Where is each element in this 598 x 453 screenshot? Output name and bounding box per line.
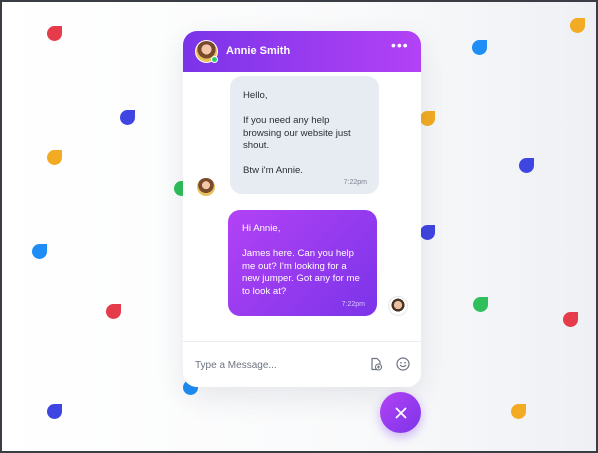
message-composer (183, 341, 421, 387)
contact-name: Annie Smith (226, 45, 291, 57)
more-dots-icon[interactable]: ••• (391, 38, 409, 52)
outgoing-line: Hi Annie, (242, 223, 281, 234)
confetti-blue (32, 244, 47, 259)
confetti-indigo (47, 404, 62, 419)
confetti-red (106, 304, 121, 319)
incoming-line: If you need any help browsing our websit… (243, 115, 351, 151)
confetti-orange (420, 111, 435, 126)
chat-header: Annie Smith ••• (183, 31, 421, 72)
attach-file-icon[interactable] (369, 357, 383, 371)
confetti-red (47, 26, 62, 41)
confetti-red (563, 312, 578, 327)
confetti-orange (47, 150, 62, 165)
agent-avatar (197, 178, 215, 196)
confetti-blue (472, 40, 487, 55)
incoming-timestamp: 7:22pm (343, 178, 367, 186)
outgoing-line: James here. Can you help me out? I'm loo… (242, 248, 360, 297)
message-input[interactable] (195, 357, 360, 373)
confetti-indigo (120, 110, 135, 125)
confetti-orange (511, 404, 526, 419)
close-chat-button[interactable] (380, 392, 421, 433)
confetti-indigo (420, 225, 435, 240)
emoji-icon[interactable] (396, 357, 410, 371)
confetti-green (473, 297, 488, 312)
confetti-orange (570, 18, 585, 33)
outgoing-timestamp: 7:22pm (341, 300, 365, 308)
online-status-dot (211, 56, 218, 63)
confetti-indigo (519, 158, 534, 173)
incoming-line: Hello, (243, 90, 268, 101)
outgoing-message-bubble: Hi Annie, James here. Can you help me ou… (228, 210, 377, 316)
chat-widget: Annie Smith ••• Hello, If you need any h… (183, 31, 421, 387)
incoming-message-bubble: Hello, If you need any help browsing our… (230, 76, 379, 194)
user-avatar (388, 296, 408, 316)
close-icon (395, 407, 406, 418)
